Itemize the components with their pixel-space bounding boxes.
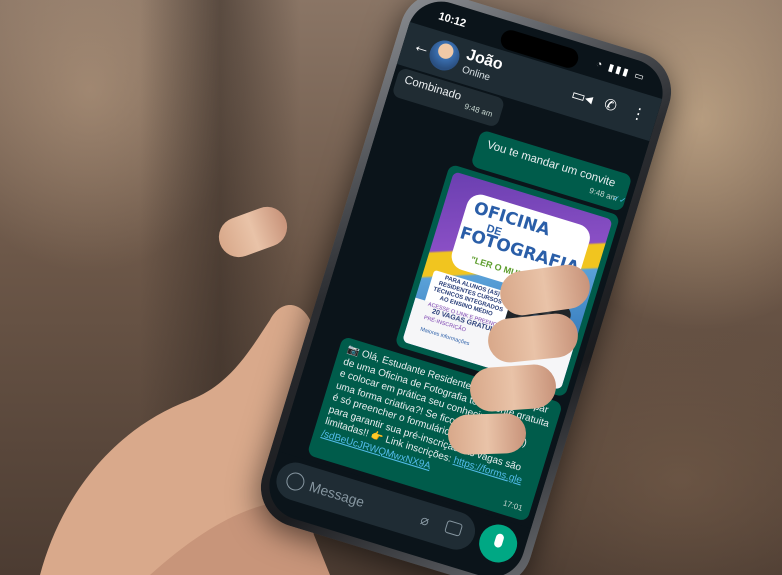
video-call-icon[interactable]: ▭◂	[569, 85, 595, 109]
photo-scene: 10:12 ◔ ▮▮▮ ▭ ← João Online ▭◂ ✆ ⋮ Combi…	[0, 0, 782, 575]
status-icons: ◔ ▮▮▮ ▭	[594, 58, 648, 85]
chat-area: Combinado 9:48 am Vou te mandar um convi…	[278, 63, 650, 529]
attach-icon[interactable]: ⌀	[418, 511, 432, 530]
status-time: 10:12	[436, 10, 468, 31]
message-time: 9:48 am	[463, 101, 494, 119]
finger-ring	[468, 363, 558, 413]
message-input[interactable]: Message	[307, 478, 366, 510]
phone-icon[interactable]: ✆	[602, 95, 619, 116]
mic-button[interactable]	[474, 519, 522, 568]
double-check-icon: ✓✓	[611, 193, 628, 206]
more-icon[interactable]: ⋮	[629, 103, 649, 125]
mic-icon	[493, 532, 505, 549]
emoji-icon[interactable]	[284, 470, 307, 493]
finger-pinky	[447, 412, 527, 456]
camera-icon[interactable]	[444, 519, 464, 537]
phone-screen: 10:12 ◔ ▮▮▮ ▭ ← João Online ▭◂ ✆ ⋮ Combi…	[260, 0, 672, 575]
